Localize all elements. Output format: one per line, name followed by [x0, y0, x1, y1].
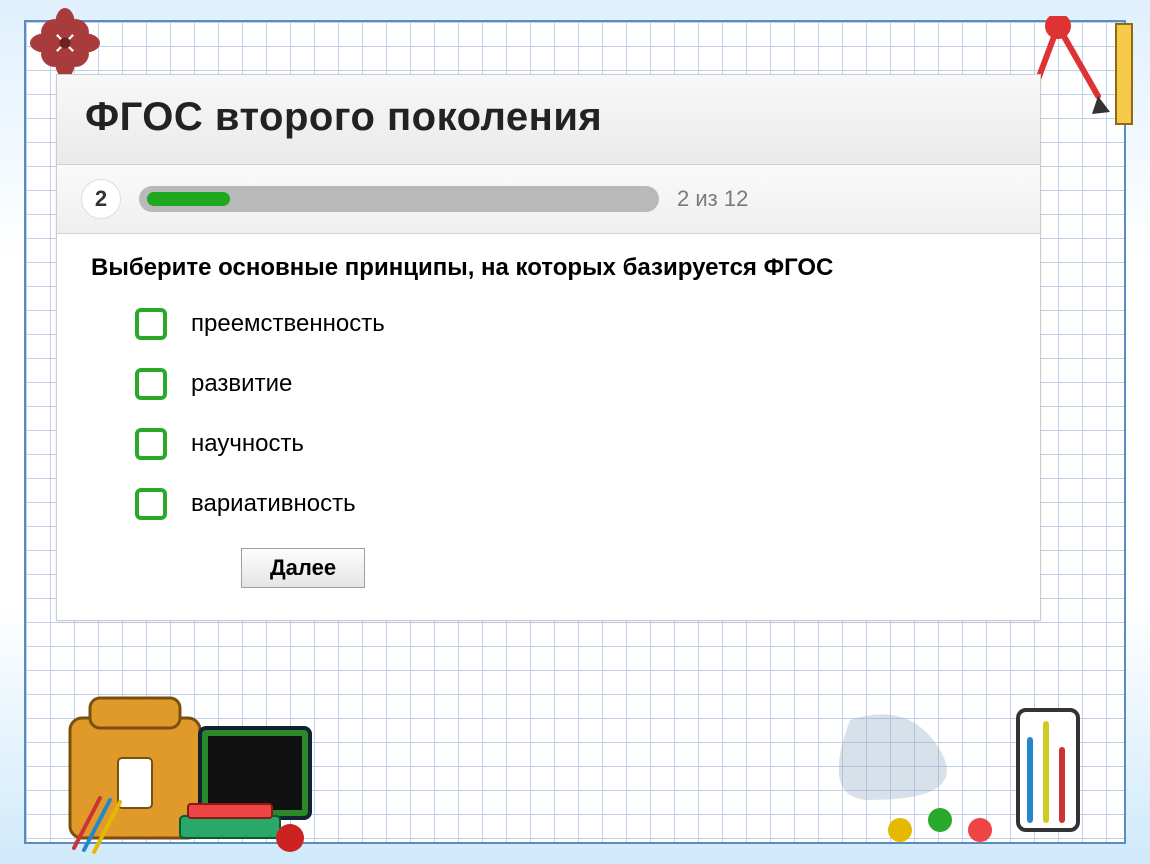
next-button[interactable]: Далее	[241, 548, 365, 588]
option-3[interactable]: научность	[135, 428, 1006, 460]
option-label: преемственность	[191, 310, 385, 338]
option-2[interactable]: развитие	[135, 368, 1006, 400]
option-1[interactable]: преемственность	[135, 308, 1006, 340]
progress-label: 2 из 12	[677, 186, 748, 212]
progress-fill	[147, 192, 230, 206]
checkbox-icon[interactable]	[135, 428, 167, 460]
option-label: развитие	[191, 370, 292, 398]
title-bar: ФГОС второго поколения	[57, 75, 1040, 165]
question-text: Выберите основные принципы, на которых б…	[91, 254, 1006, 282]
progress-row: 2 2 из 12	[57, 165, 1040, 234]
option-label: вариативность	[191, 490, 356, 518]
checkbox-icon[interactable]	[135, 488, 167, 520]
option-4[interactable]: вариативность	[135, 488, 1006, 520]
step-number-badge: 2	[81, 179, 121, 219]
checkbox-icon[interactable]	[135, 308, 167, 340]
progress-bar	[139, 186, 659, 212]
quiz-panel: ФГОС второго поколения 2 2 из 12 Выберит…	[56, 74, 1041, 621]
option-label: научность	[191, 430, 304, 458]
checkbox-icon[interactable]	[135, 368, 167, 400]
quiz-title: ФГОС второго поколения	[85, 95, 1012, 140]
question-area: Выберите основные принципы, на которых б…	[57, 234, 1040, 620]
